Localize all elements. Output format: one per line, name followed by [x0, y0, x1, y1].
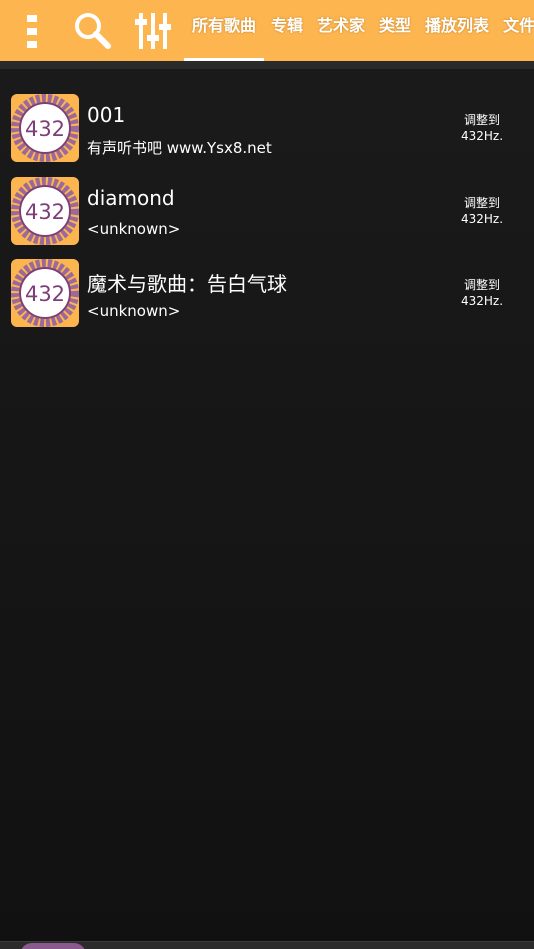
search-icon[interactable] — [70, 0, 114, 61]
tune-432-button[interactable]: 调整到 432Hz. — [452, 112, 512, 144]
tab-label: 所有歌曲 — [191, 16, 256, 35]
top-toolbar: 所有歌曲 专辑 艺术家 类型 播放列表 文件 — [0, 0, 534, 61]
song-artist: 有声听书吧 www.Ysx8.net — [87, 139, 272, 157]
tab-albums[interactable]: 专辑 — [264, 0, 310, 61]
song-row[interactable]: 432 diamond <unknown> 调整到 432Hz. — [0, 170, 534, 253]
tab-files[interactable]: 文件 — [496, 0, 534, 61]
song-list: 432 001 有声听书吧 www.Ysx8.net 调整到 432Hz. 43… — [0, 87, 534, 335]
album-art-432-icon: 432 — [11, 176, 79, 245]
toolbar-divider — [0, 61, 534, 69]
tune-label-line2: 432Hz. — [460, 211, 504, 226]
tune-label-line2: 432Hz. — [460, 129, 504, 143]
tune-label-line1: 调整到 — [463, 113, 500, 127]
song-artist: <unknown> — [87, 302, 181, 320]
tune-label-line2: 432Hz. — [460, 294, 504, 308]
tab-label: 播放列表 — [425, 16, 490, 35]
tab-label: 专辑 — [271, 16, 304, 35]
album-art-label: 432 — [25, 200, 65, 224]
album-art-432-icon: 432 — [11, 94, 79, 162]
more-vert-icon[interactable] — [14, 0, 50, 61]
song-row[interactable]: 432 001 有声听书吧 www.Ysx8.net 调整到 432Hz. — [0, 87, 534, 170]
tune-432-button[interactable]: 调整到 432Hz. — [452, 277, 512, 309]
tune-label-line1: 调整到 — [463, 195, 500, 210]
tab-label: 文件 — [503, 16, 534, 35]
tab-all-songs[interactable]: 所有歌曲 — [184, 0, 264, 61]
album-art-label: 432 — [25, 282, 65, 306]
equalizer-icon[interactable] — [132, 0, 174, 61]
tab-genres[interactable]: 类型 — [372, 0, 418, 61]
tune-label-line1: 调整到 — [463, 278, 500, 292]
song-title: 001 — [87, 103, 126, 127]
tune-432-button[interactable]: 调整到 432Hz. — [452, 195, 512, 227]
song-title: 魔术与歌曲：告白气球 — [87, 272, 287, 296]
app-root: 所有歌曲 专辑 艺术家 类型 播放列表 文件 432 001 有声听书吧 www… — [0, 0, 534, 949]
song-title: diamond — [87, 185, 175, 210]
album-art-432-icon: 432 — [11, 259, 79, 327]
song-artist: <unknown> — [87, 219, 181, 238]
tab-artists[interactable]: 艺术家 — [310, 0, 372, 61]
tab-label: 艺术家 — [317, 16, 366, 35]
tab-label: 类型 — [379, 16, 412, 35]
mini-player-art — [20, 943, 86, 949]
tab-playlists[interactable]: 播放列表 — [418, 0, 496, 61]
song-row[interactable]: 432 魔术与歌曲：告白气球 <unknown> 调整到 432Hz. — [0, 252, 534, 335]
album-art-label: 432 — [25, 117, 65, 141]
tab-bar: 所有歌曲 专辑 艺术家 类型 播放列表 文件 — [184, 0, 534, 61]
